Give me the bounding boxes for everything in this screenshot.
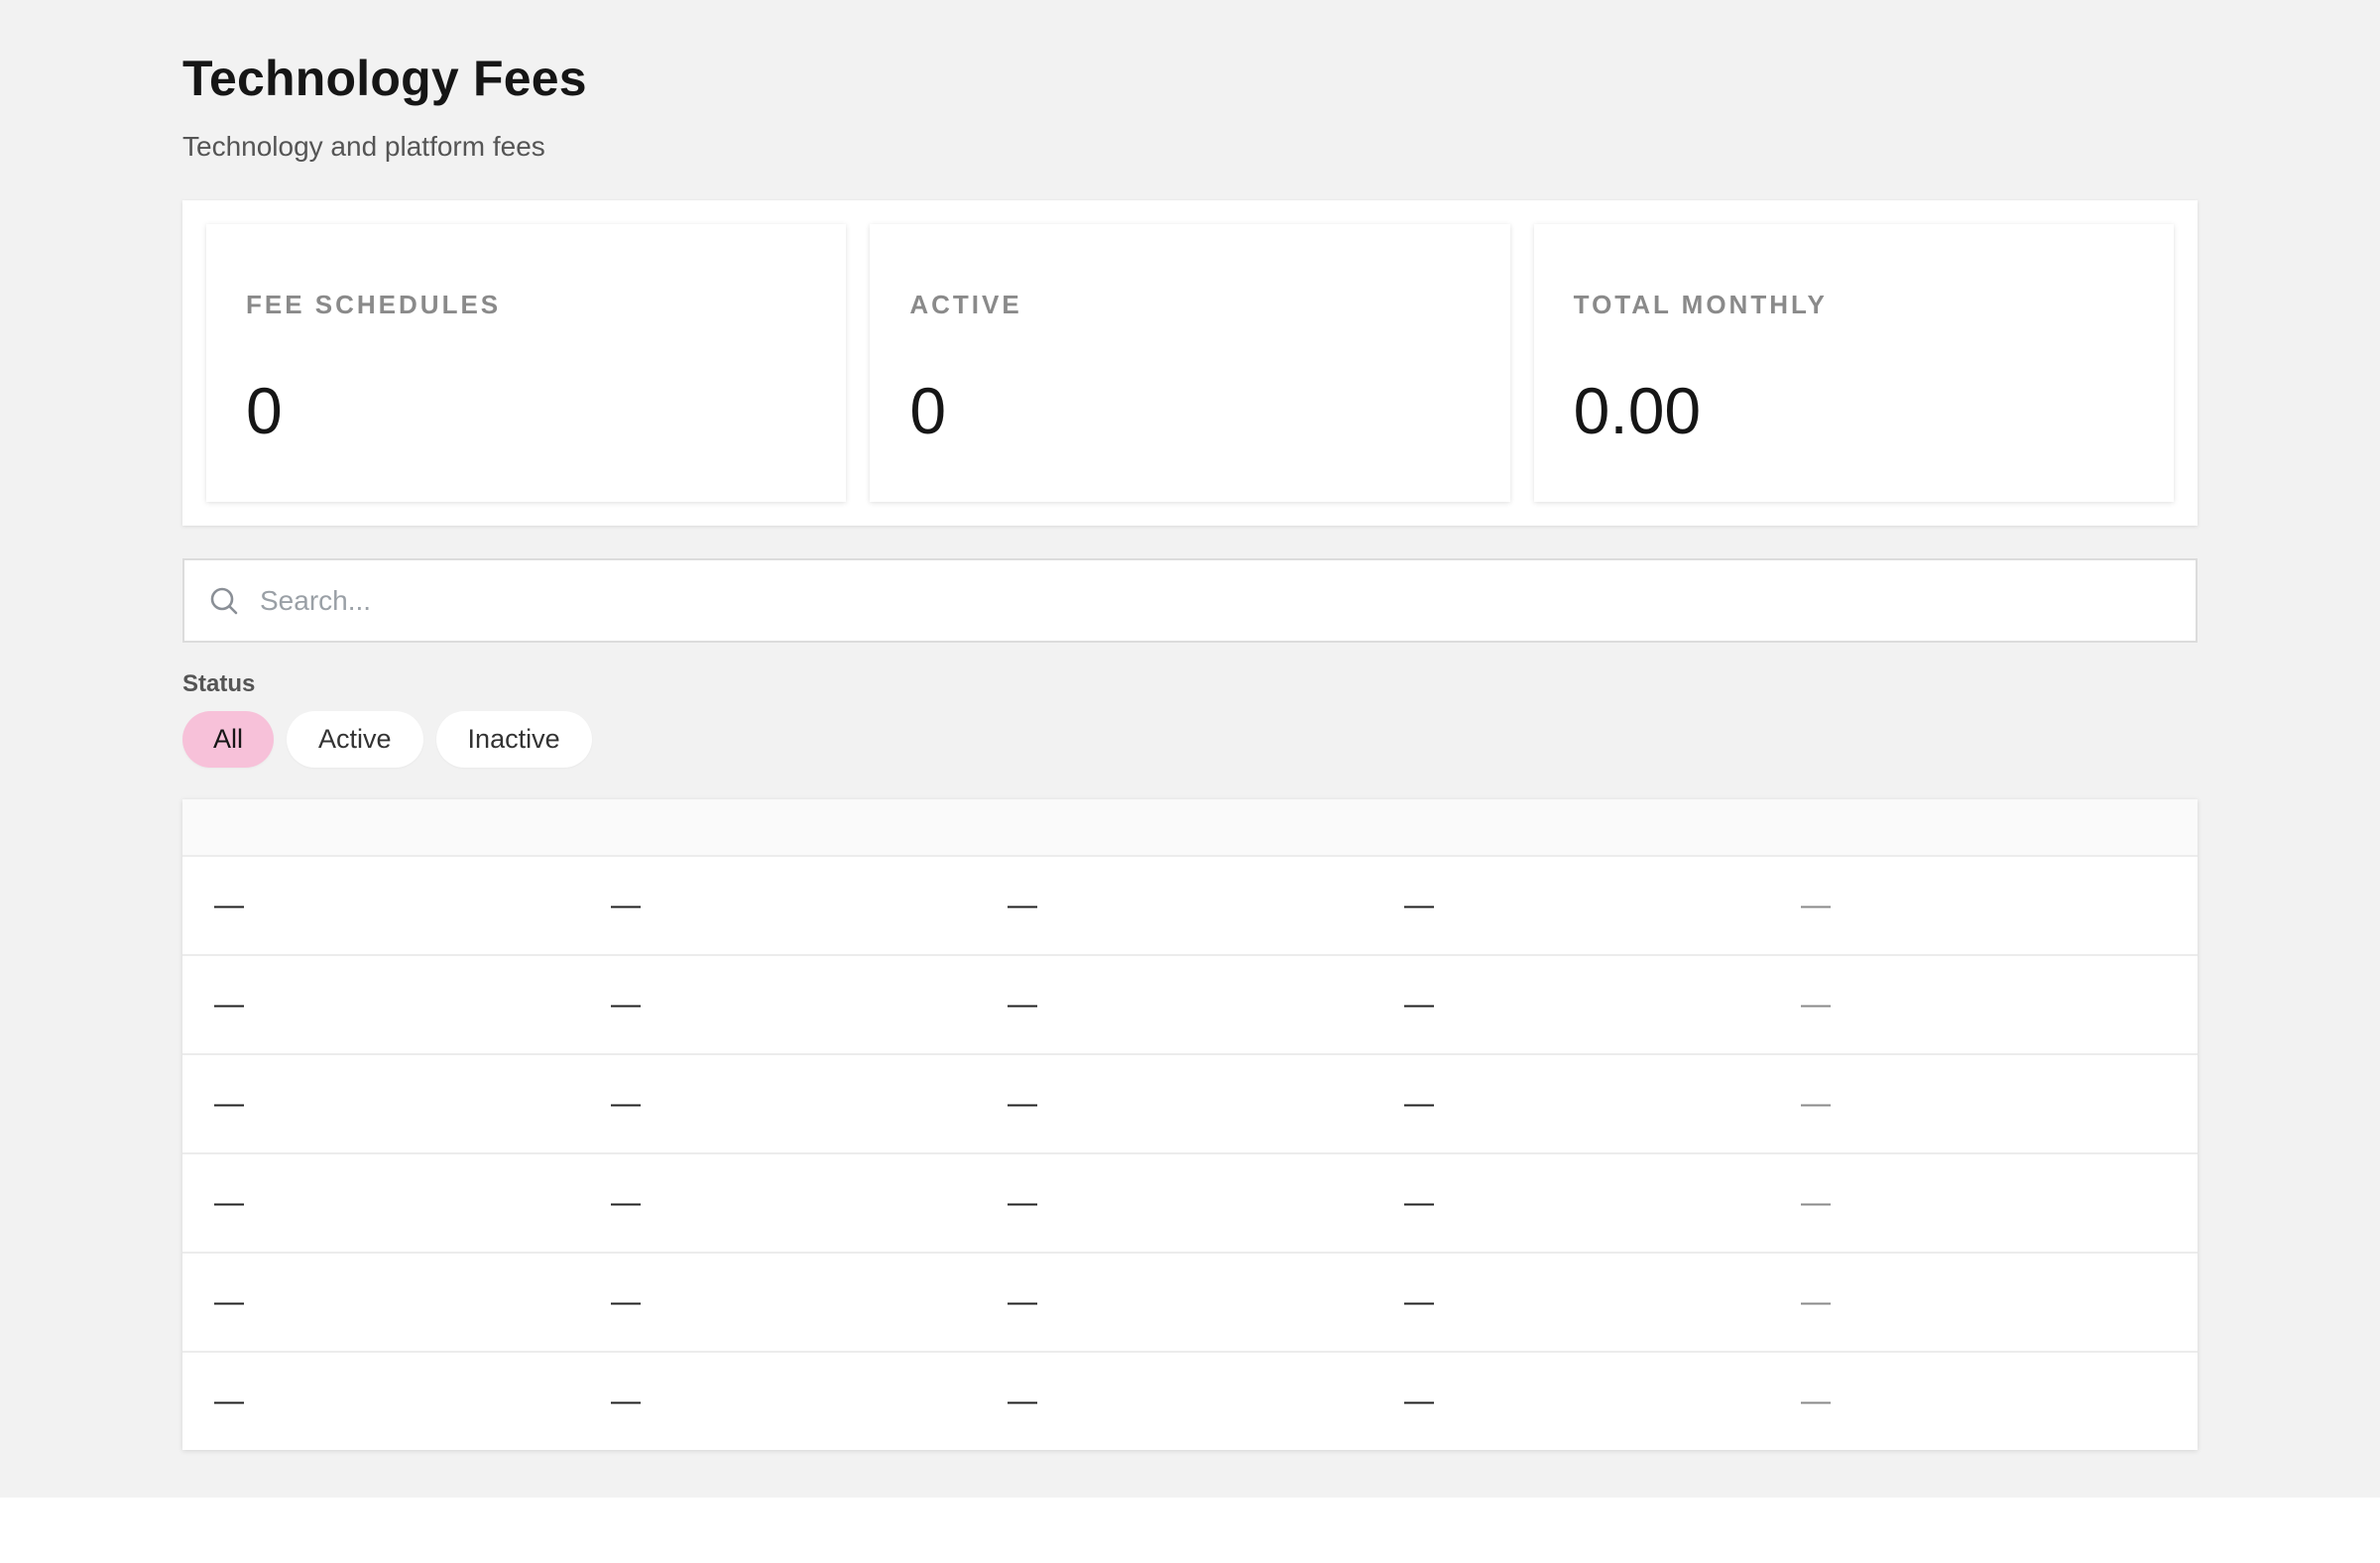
status-filter-label: Status <box>182 670 256 697</box>
table-cell: — <box>214 1384 244 1417</box>
table-cell: — <box>1801 1384 1831 1417</box>
table-cell: — <box>214 1087 244 1120</box>
table-cell: — <box>1404 889 1434 921</box>
table-cell: — <box>214 1285 244 1318</box>
table-cell: — <box>1404 1186 1434 1219</box>
table-row[interactable]: — — — — — <box>182 1351 2198 1450</box>
table-row[interactable]: — — — — — <box>182 1053 2198 1152</box>
table-cell: — <box>611 1186 641 1219</box>
stat-value: 0.00 <box>1573 374 1702 447</box>
table-row[interactable]: — — — — — <box>182 855 2198 954</box>
table-row[interactable]: — — — — — <box>182 954 2198 1053</box>
stat-value: 0 <box>909 374 947 447</box>
table-row[interactable]: — — — — — <box>182 1152 2198 1252</box>
table-cell: — <box>1008 988 1037 1021</box>
table-cell: — <box>1008 1186 1037 1219</box>
stat-card-active: ACTIVE 0 <box>870 224 1510 502</box>
page-background: Technology Fees Technology and platform … <box>0 0 2380 1498</box>
table-cell: — <box>611 1087 641 1120</box>
filter-chip-active[interactable]: Active <box>287 711 423 768</box>
table-cell: — <box>1008 1285 1037 1318</box>
table-cell: — <box>611 889 641 921</box>
search-icon <box>208 585 240 617</box>
table-cell: — <box>214 988 244 1021</box>
table-cell: — <box>214 889 244 921</box>
status-filter-chips: All Active Inactive <box>182 711 592 768</box>
page-title: Technology Fees <box>182 51 587 106</box>
table-cell: — <box>1008 1087 1037 1120</box>
search-input[interactable] <box>260 560 2196 641</box>
table-cell: — <box>1008 889 1037 921</box>
stat-card-fee-schedules: FEE SCHEDULES 0 <box>206 224 847 502</box>
table-cell: — <box>1801 1186 1831 1219</box>
stats-panel: FEE SCHEDULES 0 ACTIVE 0 TOTAL MONTHLY 0… <box>182 200 2198 526</box>
filter-chip-inactive[interactable]: Inactive <box>435 711 592 768</box>
table-cell: — <box>214 1186 244 1219</box>
stat-label: TOTAL MONTHLY <box>1573 290 1828 319</box>
stat-label: ACTIVE <box>909 290 1022 319</box>
stat-card-total-monthly: TOTAL MONTHLY 0.00 <box>1533 224 2174 502</box>
table-cell: — <box>1801 1087 1831 1120</box>
table-cell: — <box>611 1384 641 1417</box>
fees-table: — — — — — — — — — — — — — — — — — — — — … <box>182 799 2198 1450</box>
stat-value: 0 <box>246 374 283 447</box>
table-header <box>182 799 2198 855</box>
search-box[interactable] <box>182 558 2198 643</box>
table-cell: — <box>1801 988 1831 1021</box>
table-cell: — <box>1801 1285 1831 1318</box>
table-cell: — <box>1008 1384 1037 1417</box>
table-cell: — <box>611 988 641 1021</box>
table-cell: — <box>1404 1087 1434 1120</box>
table-cell: — <box>1404 1285 1434 1318</box>
page-subtitle: Technology and platform fees <box>182 131 545 162</box>
table-row[interactable]: — — — — — <box>182 1252 2198 1351</box>
stat-label: FEE SCHEDULES <box>246 290 502 319</box>
table-cell: — <box>1801 889 1831 921</box>
table-cell: — <box>611 1285 641 1318</box>
table-cell: — <box>1404 1384 1434 1417</box>
table-cell: — <box>1404 988 1434 1021</box>
filter-chip-all[interactable]: All <box>182 711 275 768</box>
